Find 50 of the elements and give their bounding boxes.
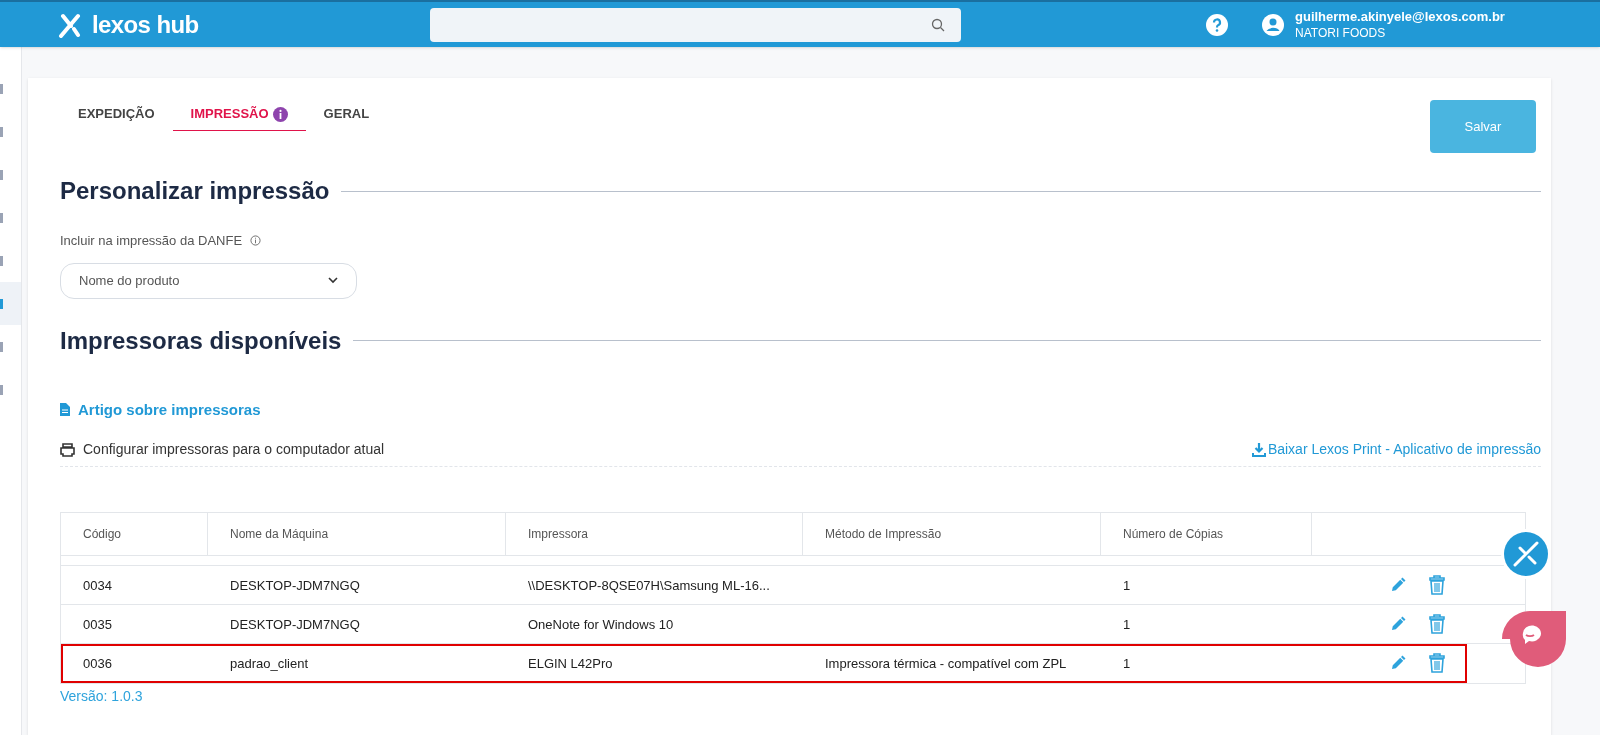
table-cell: 1 [1123, 656, 1131, 671]
table-cell: padrao_client [230, 656, 309, 671]
tab[interactable]: IMPRESSÃO [172, 98, 306, 131]
column-header: Método de Impressão [803, 513, 1101, 555]
column-header: Número de Cópias [1101, 513, 1312, 555]
chevron-down-icon [328, 277, 338, 284]
trash-icon[interactable] [1429, 653, 1445, 673]
table-cell: DESKTOP-JDM7NGQ [230, 617, 360, 632]
download-link[interactable]: Baixar Lexos Print - Aplicativo de impressão [1251, 439, 1541, 460]
user-avatar-icon[interactable] [1261, 12, 1285, 37]
product-select[interactable]: Nome do produto [60, 262, 357, 299]
trash-icon[interactable] [1429, 614, 1445, 634]
table-cell: 1 [1123, 617, 1131, 632]
section-heading: Impressoras disponíveis [60, 325, 342, 356]
section-heading: Personalizar impressão [60, 176, 330, 206]
table-cell: OneNote for Windows 10 [528, 617, 674, 632]
search-field[interactable] [430, 7, 961, 42]
download-icon [1251, 442, 1266, 457]
user-email: guilherme.akinyele@lexos.com.br [1295, 7, 1505, 25]
table-cell: 0034 [83, 578, 112, 593]
search-icon[interactable] [931, 17, 945, 32]
info-icon[interactable] [272, 106, 288, 122]
table-cell: DESKTOP-JDM7NGQ [230, 578, 360, 593]
field-label: Incluir na impressão da DANFE [60, 232, 243, 250]
table-cell: 0036 [83, 656, 112, 671]
sidebar-item[interactable] [0, 282, 21, 325]
column-header: Impressora [506, 513, 803, 555]
table-cell: 1 [1123, 578, 1131, 593]
pencil-icon[interactable] [1389, 576, 1407, 594]
help-icon[interactable] [1205, 12, 1229, 37]
table-cell: ELGIN L42Pro [528, 656, 613, 671]
column-header: Nome da Máquina [208, 513, 506, 555]
column-header: Código [61, 513, 208, 555]
pencil-icon[interactable] [1389, 654, 1407, 672]
table-cell: \\DESKTOP-8QSE07H\Samsung ML-16... [528, 578, 770, 593]
lexos-chat-icon[interactable] [1500, 528, 1552, 580]
table-cell: 0035 [83, 617, 112, 632]
tab[interactable]: GERAL [305, 98, 388, 131]
pencil-icon[interactable] [1389, 615, 1407, 633]
table-cell: Impressora térmica - compatível com ZPL [825, 656, 1067, 671]
logo-text: lexos hub [92, 9, 199, 40]
version-text: Versão: 1.0.3 [60, 687, 144, 706]
info-icon[interactable] [250, 235, 262, 247]
configure-text: Configurar impressoras para o computador atual [83, 440, 385, 459]
tab[interactable]: EXPEDIÇÃO [60, 98, 173, 131]
company-name: NATORI FOODS [1295, 24, 1387, 42]
document-icon [60, 403, 70, 417]
printer-icon [60, 442, 75, 457]
article-link[interactable]: Artigo sobre impressoras [60, 398, 261, 421]
trash-icon[interactable] [1429, 575, 1445, 595]
